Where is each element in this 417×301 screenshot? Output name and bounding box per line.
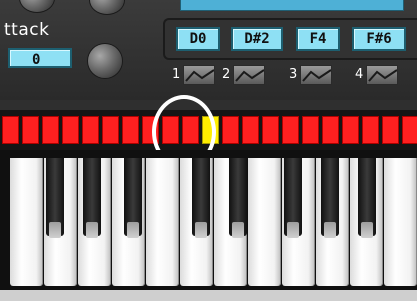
step-led[interactable]: [262, 116, 279, 144]
white-key[interactable]: [10, 158, 43, 286]
step-led[interactable]: [122, 116, 139, 144]
step-led[interactable]: [322, 116, 339, 144]
top-display-bar: [180, 0, 404, 11]
slot-label-4: 4: [355, 67, 364, 82]
note-chip-1[interactable]: D0: [176, 27, 220, 51]
black-key[interactable]: [192, 158, 210, 238]
step-led[interactable]: [222, 116, 239, 144]
slot-label-2: 2: [222, 67, 231, 82]
upper-knob-left[interactable]: [20, 0, 54, 12]
slot-wave-icon: [235, 69, 264, 82]
black-key[interactable]: [358, 158, 376, 238]
slot-wave-icon: [368, 69, 397, 82]
slot-button-2[interactable]: [233, 65, 265, 85]
slot-button-4[interactable]: [366, 65, 398, 85]
step-led[interactable]: [242, 116, 259, 144]
slot-label-3: 3: [289, 67, 298, 82]
upper-knob-right[interactable]: [90, 0, 124, 14]
note-chip-3[interactable]: F4: [296, 27, 340, 51]
step-led[interactable]: [2, 116, 19, 144]
step-led[interactable]: [62, 116, 79, 144]
control-panel: ttack 0 D0 D#2 F4 F#6 1 2 3 4: [0, 0, 417, 100]
step-led[interactable]: [42, 116, 59, 144]
attack-label: ttack: [4, 20, 50, 40]
black-key[interactable]: [124, 158, 142, 238]
step-led[interactable]: [22, 116, 39, 144]
step-led[interactable]: [302, 116, 319, 144]
black-key[interactable]: [83, 158, 101, 238]
piano-keyboard: [0, 150, 417, 290]
step-led[interactable]: [362, 116, 379, 144]
black-key[interactable]: [284, 158, 302, 238]
step-led[interactable]: [82, 116, 99, 144]
slot-wave-icon: [302, 69, 331, 82]
black-key[interactable]: [321, 158, 339, 238]
step-led[interactable]: [102, 116, 119, 144]
black-key[interactable]: [229, 158, 247, 238]
black-key[interactable]: [46, 158, 64, 238]
keyboard-bottom-edge: [0, 290, 417, 301]
note-chip-2[interactable]: D#2: [231, 27, 283, 51]
white-key[interactable]: [384, 158, 417, 286]
synth-window: ttack 0 D0 D#2 F4 F#6 1 2 3 4: [0, 0, 417, 301]
attack-knob[interactable]: [88, 44, 122, 78]
slot-wave-icon: [185, 69, 214, 82]
step-led[interactable]: [402, 116, 417, 144]
white-key[interactable]: [146, 158, 179, 286]
note-chip-4[interactable]: F#6: [352, 27, 406, 51]
slot-button-1[interactable]: [183, 65, 215, 85]
step-led[interactable]: [382, 116, 399, 144]
slot-button-3[interactable]: [300, 65, 332, 85]
step-led[interactable]: [282, 116, 299, 144]
white-key[interactable]: [248, 158, 281, 286]
slot-label-1: 1: [172, 67, 181, 82]
attack-value-field[interactable]: 0: [8, 48, 72, 68]
step-led[interactable]: [342, 116, 359, 144]
